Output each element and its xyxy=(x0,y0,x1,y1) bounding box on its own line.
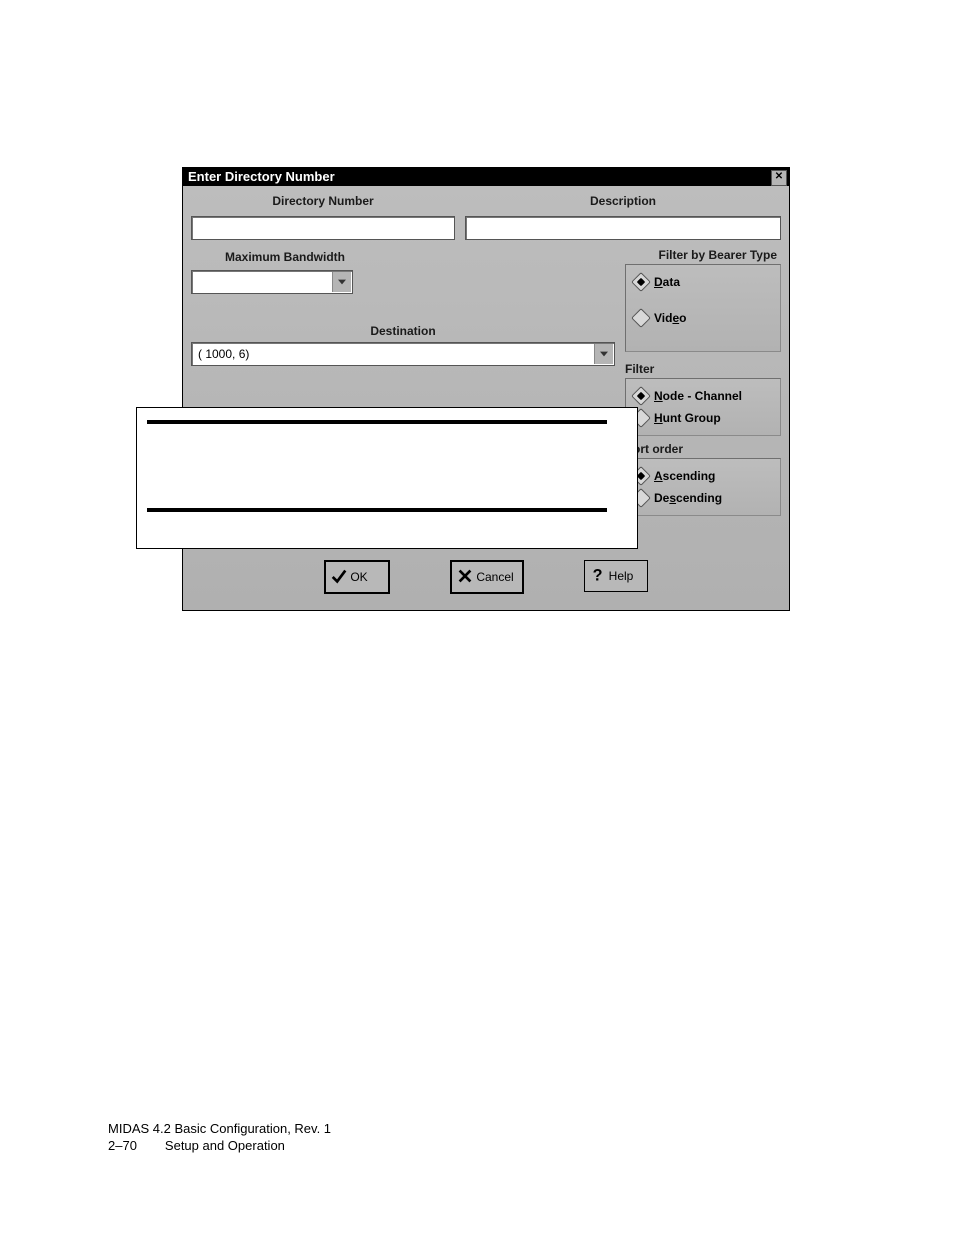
destination-combo[interactable]: ( 1000, 6) xyxy=(191,342,615,366)
redaction-overlay xyxy=(136,407,638,549)
description-label: Description xyxy=(465,192,781,210)
page: Enter Directory Number ✕ Directory Numbe… xyxy=(0,0,954,1235)
filter-node-channel-label: Node - Channel xyxy=(654,389,742,403)
overlay-line-top xyxy=(147,420,607,424)
sort-ascending-option[interactable]: Ascending xyxy=(634,465,772,487)
max-bandwidth-combo[interactable] xyxy=(191,270,353,294)
right-column: Filter by Bearer Type Data Video Filter xyxy=(625,248,781,546)
chevron-down-icon xyxy=(594,344,613,364)
cancel-button[interactable]: Cancel xyxy=(450,560,523,594)
footer-section: Setup and Operation xyxy=(165,1137,285,1155)
dialog-titlebar: Enter Directory Number ✕ xyxy=(183,168,789,186)
directory-number-input[interactable] xyxy=(191,216,455,240)
question-icon: ? xyxy=(589,566,607,587)
footer-page-number: 2–70 xyxy=(108,1137,137,1155)
sort-order-title: Sort order xyxy=(625,442,781,456)
sort-ascending-label: Ascending xyxy=(654,469,715,483)
bearer-data-option[interactable]: Data xyxy=(634,271,772,293)
bearer-data-label: Data xyxy=(654,275,680,289)
overlay-line-bottom xyxy=(147,508,607,512)
sort-descending-option[interactable]: Descending xyxy=(634,487,772,509)
filter-hunt-group-option[interactable]: Hunt Group xyxy=(634,407,772,429)
filter-node-channel-option[interactable]: Node - Channel xyxy=(634,385,772,407)
check-icon xyxy=(330,567,348,588)
bearer-video-option[interactable]: Video xyxy=(634,307,772,329)
ok-label: OK xyxy=(350,570,367,584)
svg-text:?: ? xyxy=(592,566,602,584)
bearer-type-title: Filter by Bearer Type xyxy=(625,248,781,262)
x-icon xyxy=(456,567,474,588)
footer-line1: MIDAS 4.2 Basic Configuration, Rev. 1 xyxy=(108,1120,331,1138)
top-labels-row: Directory Number Description xyxy=(191,192,781,210)
directory-number-label: Directory Number xyxy=(191,192,455,210)
dialog-title: Enter Directory Number xyxy=(188,169,335,184)
filter-group: Node - Channel Hunt Group xyxy=(625,378,781,436)
filter-title: Filter xyxy=(625,362,781,376)
sort-order-group: Ascending Descending xyxy=(625,458,781,516)
bearer-video-label: Video xyxy=(654,311,686,325)
button-bar: OK Cancel ? Help xyxy=(191,546,781,600)
radio-icon xyxy=(631,308,651,328)
destination-value: ( 1000, 6) xyxy=(198,347,249,361)
top-inputs-row xyxy=(191,216,781,240)
close-button[interactable]: ✕ xyxy=(771,170,787,186)
help-label: Help xyxy=(609,569,634,583)
page-footer: MIDAS 4.2 Basic Configuration, Rev. 1 2–… xyxy=(108,1120,331,1155)
description-input[interactable] xyxy=(465,216,781,240)
radio-icon xyxy=(631,386,651,406)
ok-button[interactable]: OK xyxy=(324,560,390,594)
max-bandwidth-label: Maximum Bandwidth xyxy=(191,248,615,266)
sort-descending-label: Descending xyxy=(654,491,722,505)
chevron-down-icon xyxy=(332,272,351,292)
destination-label: Destination xyxy=(191,322,615,340)
filter-hunt-group-label: Hunt Group xyxy=(654,411,721,425)
close-icon: ✕ xyxy=(775,171,783,182)
help-button[interactable]: ? Help xyxy=(584,560,648,592)
cancel-label: Cancel xyxy=(476,570,513,584)
bearer-type-group: Data Video xyxy=(625,264,781,352)
radio-icon xyxy=(631,272,651,292)
